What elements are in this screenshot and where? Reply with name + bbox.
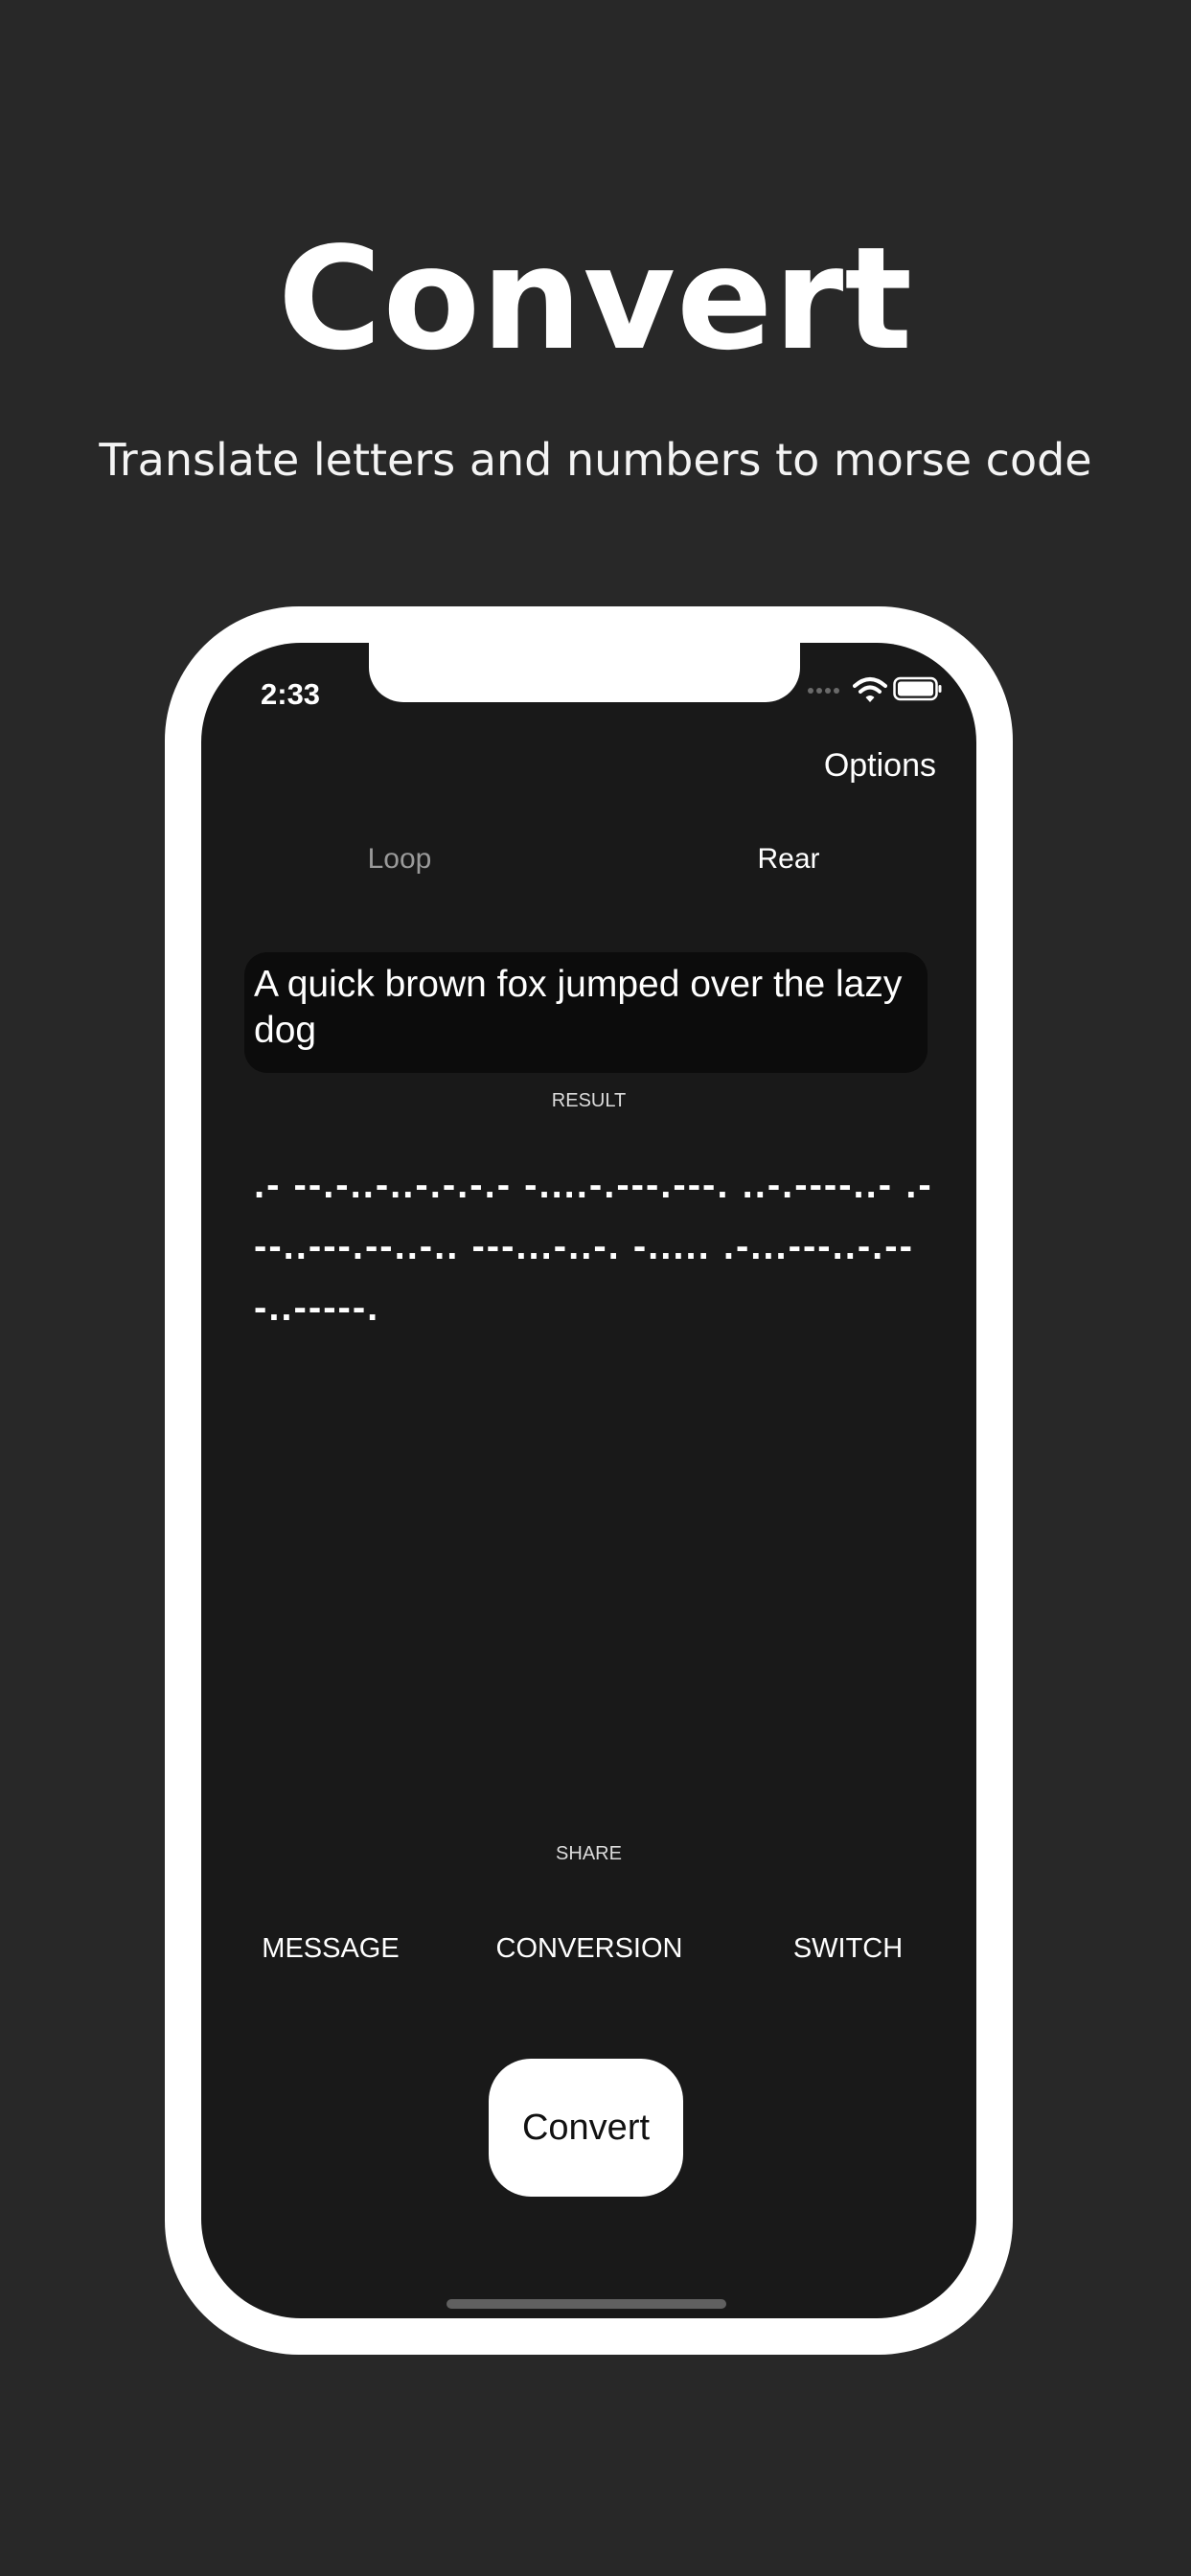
- message-input[interactable]: A quick brown fox jumped over the lazy d…: [244, 952, 928, 1073]
- result-label: RESULT: [551, 1090, 627, 1111]
- rear-toggle[interactable]: Rear: [674, 840, 904, 878]
- options-button[interactable]: Options: [824, 744, 936, 786]
- app-screen: 2:33 Options Loop Rear A quick brown fox…: [201, 643, 976, 2318]
- convert-button[interactable]: Convert: [489, 2059, 683, 2197]
- share-message-button[interactable]: MESSAGE: [254, 1931, 407, 1966]
- loop-toggle[interactable]: Loop: [285, 840, 515, 878]
- signal-dots-icon: [808, 688, 839, 694]
- wifi-icon: [853, 677, 887, 702]
- share-conversion-button[interactable]: CONVERSION: [479, 1931, 699, 1966]
- share-switch-button[interactable]: SWITCH: [771, 1931, 925, 1966]
- morse-output: .- --.-..-..-.-.-.- -....-.---.---. ..-.…: [254, 1164, 933, 1329]
- marketing-headline: Convert: [277, 217, 914, 381]
- device-notch: [369, 643, 800, 702]
- device-frame: 2:33 Options Loop Rear A quick brown fox…: [165, 606, 1013, 2355]
- status-time: 2:33: [261, 677, 321, 711]
- share-label: SHARE: [556, 1843, 622, 1864]
- home-indicator[interactable]: [447, 2299, 726, 2309]
- marketing-subheadline: Translate letters and numbers to morse c…: [99, 434, 1092, 486]
- battery-icon: [893, 676, 942, 701]
